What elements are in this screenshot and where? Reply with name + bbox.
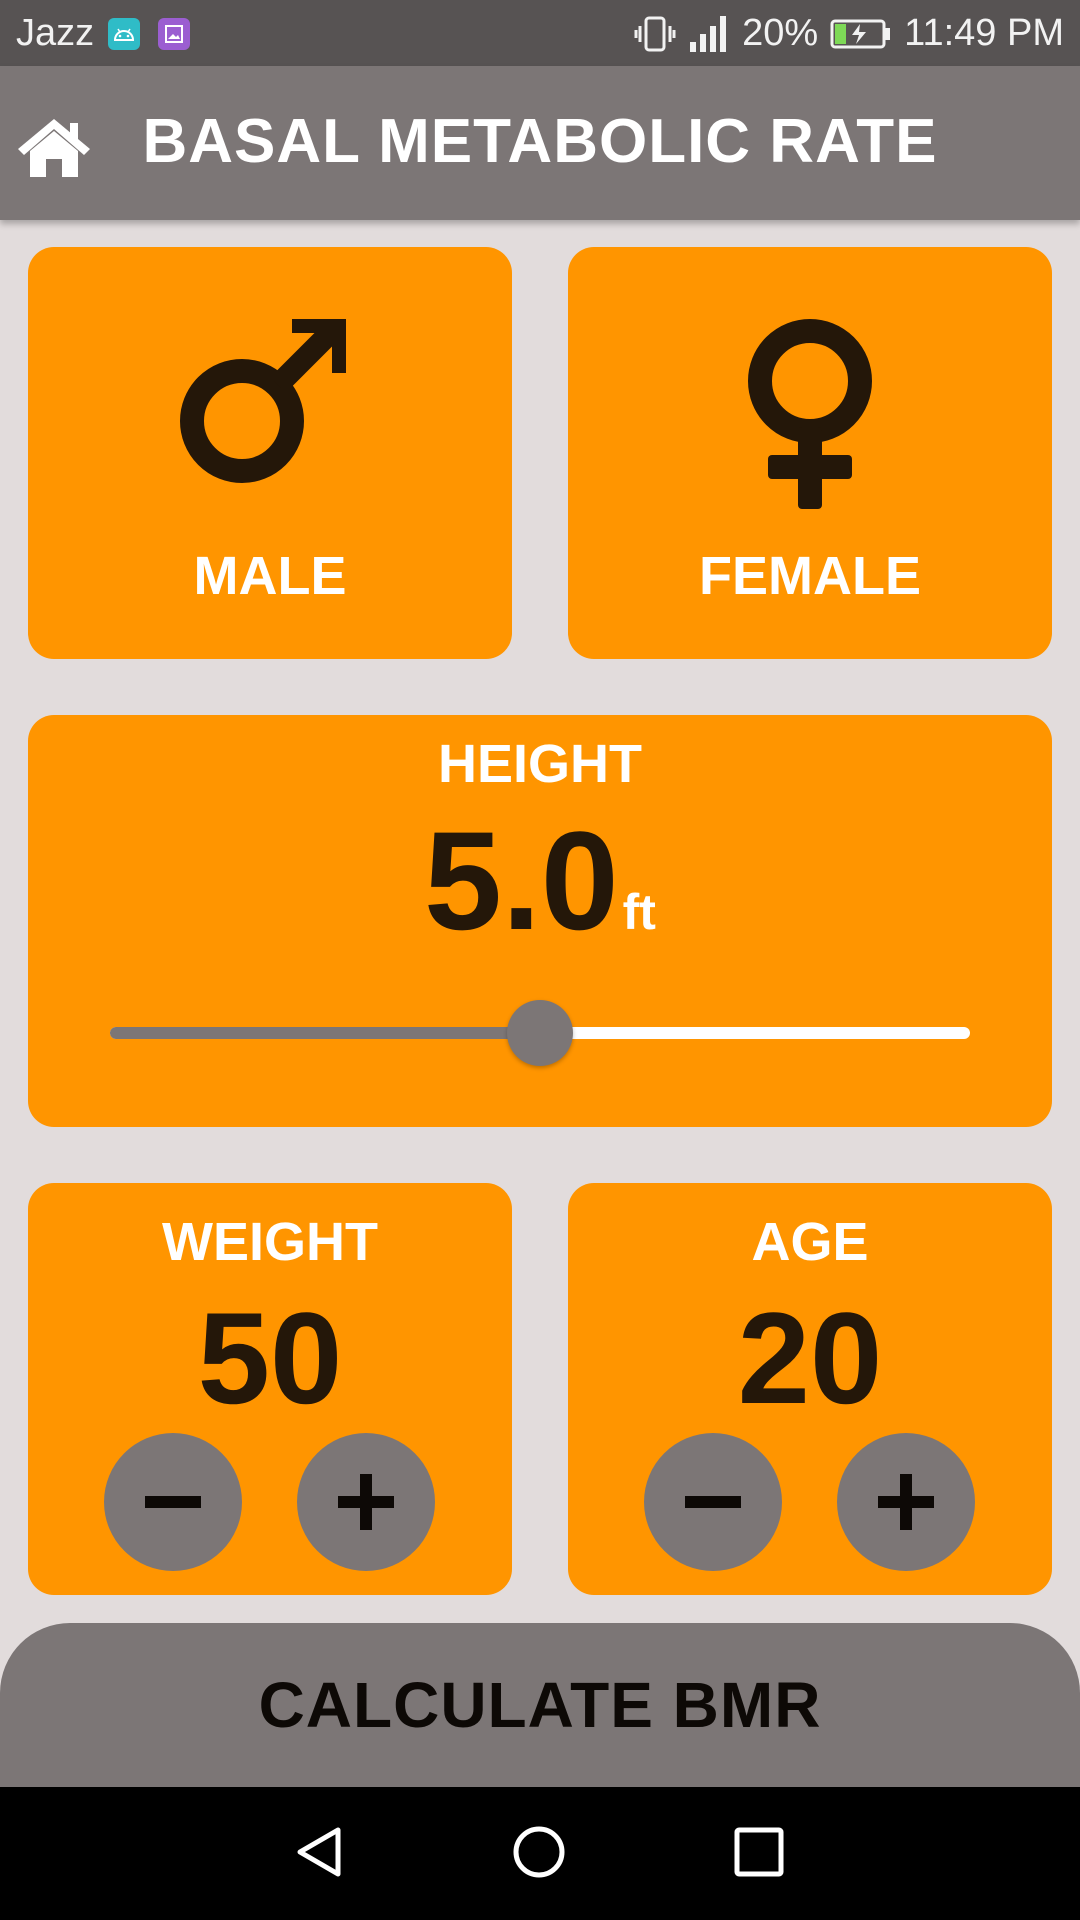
back-icon	[297, 1827, 341, 1877]
nav-home-button[interactable]	[504, 1817, 574, 1887]
home-button[interactable]	[14, 112, 94, 182]
age-card: AGE 20	[568, 1183, 1052, 1595]
app-bar: BASAL METABOLIC RATE	[0, 66, 1080, 220]
bmr-screen: Jazz 20% 11:49 PM BASAL METABOLIC RATE M…	[0, 0, 1080, 1920]
minus-icon	[685, 1496, 741, 1508]
slider-fill	[110, 1027, 540, 1039]
male-symbol-icon	[28, 317, 512, 497]
male-card[interactable]: MALE	[28, 247, 512, 659]
height-slider[interactable]	[110, 1000, 970, 1066]
android-icon	[108, 17, 141, 50]
height-card: HEIGHT 5.0 ft	[28, 715, 1052, 1127]
status-bar-left: Jazz	[16, 12, 208, 55]
home-circle-icon	[513, 1826, 565, 1878]
status-bar-right: 20% 11:49 PM	[622, 12, 1064, 55]
home-icon	[18, 119, 90, 177]
clock: 11:49 PM	[904, 12, 1064, 54]
nav-recents-button[interactable]	[724, 1817, 794, 1887]
plus-icon	[338, 1474, 394, 1530]
slider-thumb[interactable]	[507, 1000, 573, 1066]
weight-value: 50	[197, 1285, 343, 1431]
calculate-bmr-label: CALCULATE BMR	[258, 1669, 822, 1741]
female-card[interactable]: FEMALE	[568, 247, 1052, 659]
calculate-bmr-button[interactable]: CALCULATE BMR	[0, 1623, 1080, 1787]
height-unit: ft	[622, 884, 656, 940]
height-label: HEIGHT	[437, 734, 642, 794]
vibrate-icon	[634, 14, 676, 54]
height-value: 5.0	[424, 802, 619, 959]
recents-icon	[734, 1827, 784, 1877]
age-value: 20	[737, 1285, 883, 1431]
age-plus-button[interactable]	[837, 1433, 975, 1571]
photo-icon	[158, 17, 191, 50]
minus-icon	[145, 1496, 201, 1508]
weight-minus-button[interactable]	[104, 1433, 242, 1571]
status-bar: Jazz 20% 11:49 PM	[0, 0, 1080, 66]
carrier-name: Jazz	[16, 12, 95, 54]
age-minus-button[interactable]	[644, 1433, 782, 1571]
battery-percent: 20%	[742, 12, 819, 54]
weight-label: WEIGHT	[162, 1212, 378, 1272]
signal-icon	[688, 14, 730, 54]
page-title: BASAL METABOLIC RATE	[142, 107, 938, 176]
system-nav-bar	[0, 1787, 1080, 1920]
weight-card: WEIGHT 50	[28, 1183, 512, 1595]
weight-plus-button[interactable]	[297, 1433, 435, 1571]
age-label: AGE	[751, 1212, 869, 1272]
height-value-row: 5.0 ft	[28, 800, 1052, 962]
female-label: FEMALE	[699, 546, 921, 606]
female-symbol-icon	[568, 317, 1052, 517]
plus-icon	[878, 1474, 934, 1530]
nav-back-button[interactable]	[285, 1817, 355, 1887]
battery-charging-icon	[830, 18, 892, 50]
male-label: MALE	[193, 546, 347, 606]
